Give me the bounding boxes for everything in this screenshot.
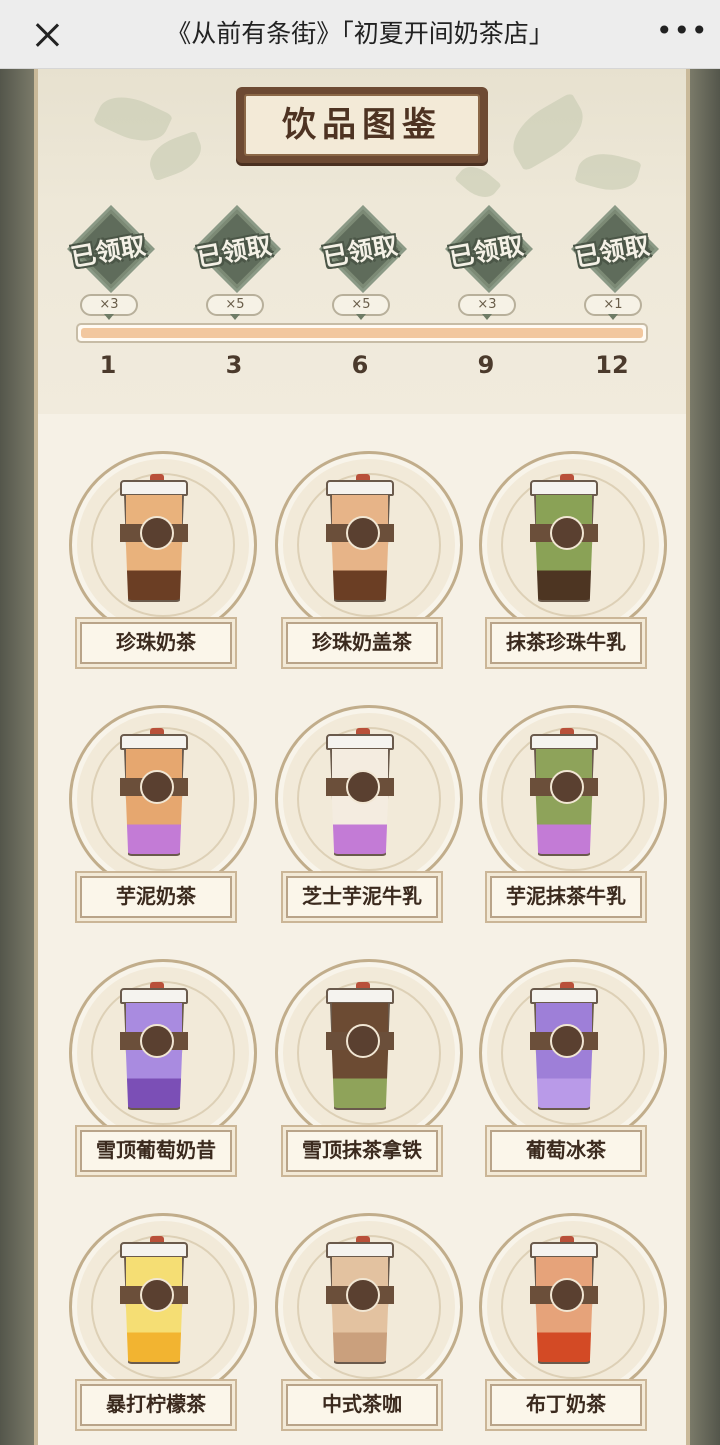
drink-name: 芋泥抹茶牛乳 [490, 876, 642, 918]
drink-name: 中式茶咖 [286, 1384, 438, 1426]
drink-card[interactable]: 中式茶咖 [272, 1216, 462, 1436]
reward-5[interactable]: 已领取 ×1 [562, 205, 662, 322]
drink-card[interactable]: 雪顶葡萄奶昔 [66, 962, 256, 1182]
milestone-label: 9 [477, 351, 495, 379]
milk-tea-cup-icon [326, 1236, 394, 1364]
drink-card[interactable]: 珍珠奶盖茶 [272, 454, 462, 674]
drink-name: 雪顶抹茶拿铁 [286, 1130, 438, 1172]
reward-count-badge: ×5 [206, 294, 264, 316]
drink-card[interactable]: 珍珠奶茶 [66, 454, 256, 674]
drink-grid: 珍珠奶茶 珍珠奶盖茶 抹茶珍珠牛乳芋泥奶茶 芝士芋泥牛乳 芋泥抹茶牛乳雪顶葡萄奶昔 雪顶抹… [38, 414, 686, 1445]
milk-tea-cup-icon [326, 474, 394, 602]
drink-name: 布丁奶茶 [490, 1384, 642, 1426]
milk-tea-cup-icon [120, 728, 188, 856]
close-icon[interactable] [30, 18, 64, 52]
drink-name: 芋泥奶茶 [80, 876, 232, 918]
drink-collection-panel: 饮品图鉴 已领取 ×3 已领取 ×5 已领取 ×5 已领取 ×3 已领取 ×1 … [34, 69, 690, 1445]
reward-2[interactable]: 已领取 ×5 [184, 205, 284, 322]
collection-progress-bar [76, 323, 648, 343]
milk-tea-cup-icon [530, 474, 598, 602]
milestone-label: 12 [595, 351, 629, 379]
milk-tea-cup-icon [530, 982, 598, 1110]
reward-count-badge: ×1 [584, 294, 642, 316]
pointer-icon [608, 314, 618, 320]
street-background-left [0, 69, 34, 1445]
page-title: 饮品图鉴 [282, 105, 442, 145]
more-dots-icon[interactable]: ••• [656, 17, 708, 45]
reward-3[interactable]: 已领取 ×5 [310, 205, 410, 322]
milestone-label: 6 [351, 351, 369, 379]
header-plaque: 饮品图鉴 [236, 87, 488, 163]
drink-name: 葡萄冰茶 [490, 1130, 642, 1172]
milestone-label: 1 [99, 351, 117, 379]
drink-card[interactable]: 抹茶珍珠牛乳 [476, 454, 666, 674]
pointer-icon [230, 314, 240, 320]
drink-name: 抹茶珍珠牛乳 [490, 622, 642, 664]
milk-tea-cup-icon [530, 728, 598, 856]
drink-name: 暴打柠檬茶 [80, 1384, 232, 1426]
drink-name: 珍珠奶茶 [80, 622, 232, 664]
drink-card[interactable]: 葡萄冰茶 [476, 962, 666, 1182]
drink-card[interactable]: 芋泥抹茶牛乳 [476, 708, 666, 928]
milk-tea-cup-icon [326, 982, 394, 1110]
pointer-icon [104, 314, 114, 320]
rewards-area: 饮品图鉴 已领取 ×3 已领取 ×5 已领取 ×5 已领取 ×3 已领取 ×1 … [38, 69, 686, 414]
reward-count-badge: ×3 [458, 294, 516, 316]
drink-card[interactable]: 芝士芋泥牛乳 [272, 708, 462, 928]
drink-card[interactable]: 芋泥奶茶 [66, 708, 256, 928]
milk-tea-cup-icon [120, 1236, 188, 1364]
window-title-bar: 《从前有条街》「初夏开间奶茶店」 ••• [0, 0, 720, 69]
pointer-icon [482, 314, 492, 320]
reward-count-badge: ×3 [80, 294, 138, 316]
street-background-right [690, 69, 720, 1445]
pointer-icon [356, 314, 366, 320]
reward-count-badge: ×5 [332, 294, 390, 316]
milk-tea-cup-icon [120, 474, 188, 602]
milestone-label: 3 [225, 351, 243, 379]
reward-4[interactable]: 已领取 ×3 [436, 205, 536, 322]
leaf-decoration [574, 146, 642, 198]
milk-tea-cup-icon [530, 1236, 598, 1364]
reward-1[interactable]: 已领取 ×3 [58, 205, 158, 322]
drink-name: 芝士芋泥牛乳 [286, 876, 438, 918]
progress-fill [81, 328, 643, 338]
drink-name: 雪顶葡萄奶昔 [80, 1130, 232, 1172]
leaf-decoration [501, 92, 595, 172]
drink-card[interactable]: 雪顶抹茶拿铁 [272, 962, 462, 1182]
drink-name: 珍珠奶盖茶 [286, 622, 438, 664]
drink-card[interactable]: 布丁奶茶 [476, 1216, 666, 1436]
leaf-decoration [92, 86, 174, 152]
leaf-decoration [454, 159, 502, 205]
window-title: 《从前有条街》「初夏开间奶茶店」 [166, 19, 554, 48]
milk-tea-cup-icon [120, 982, 188, 1110]
drink-card[interactable]: 暴打柠檬茶 [66, 1216, 256, 1436]
milk-tea-cup-icon [326, 728, 394, 856]
